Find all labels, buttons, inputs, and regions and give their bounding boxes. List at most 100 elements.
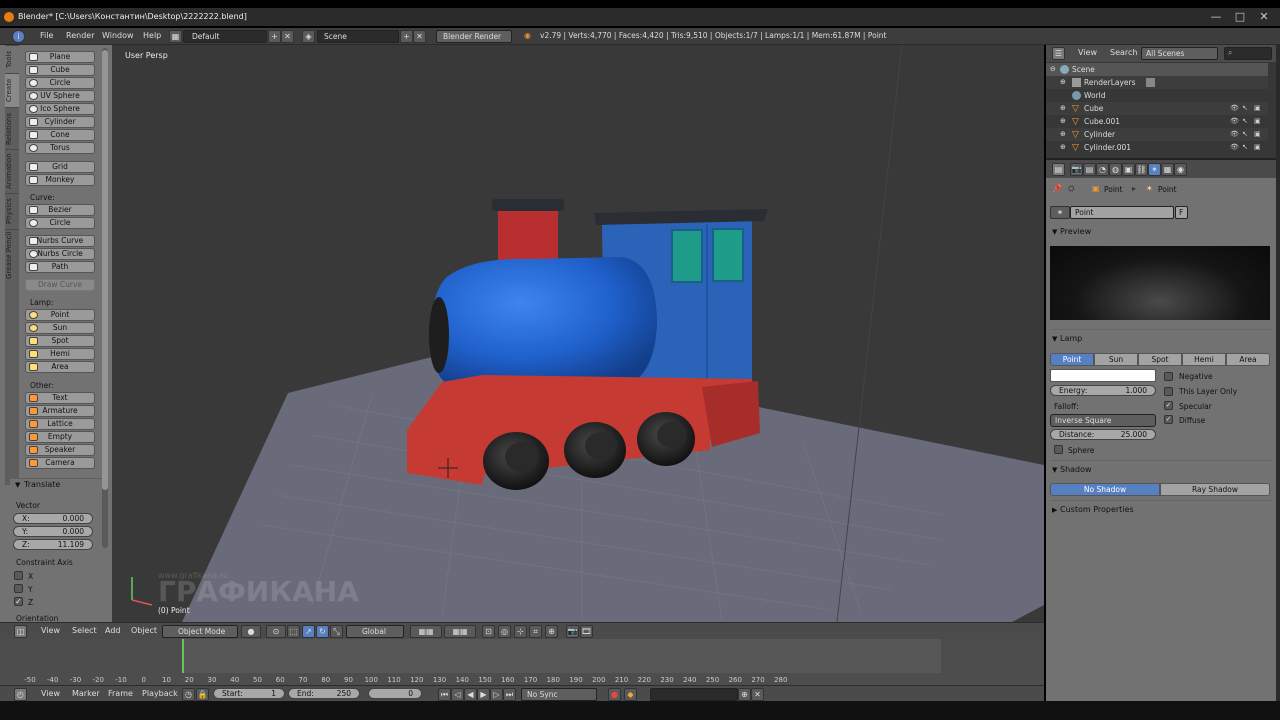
lamp-color-swatch[interactable] [1050, 369, 1156, 382]
transform-orientation-select[interactable]: Global [346, 625, 404, 638]
expand-icon[interactable]: ⊕ [1060, 104, 1069, 113]
negative-checkbox[interactable] [1164, 372, 1173, 381]
lamp-panel-title[interactable]: Lamp [1060, 334, 1082, 343]
jump-start-icon[interactable]: ⏮ [438, 688, 451, 701]
collapse-triangle-icon[interactable]: ▼ [15, 481, 20, 489]
lock-range-icon[interactable]: 🔒 [196, 688, 209, 701]
expand-icon[interactable]: ⊕ [1060, 130, 1069, 139]
constraint-z-checkbox[interactable]: ✓ [14, 597, 23, 606]
custom-properties-title[interactable]: Custom Properties [1060, 505, 1134, 514]
opengl-render-icon[interactable]: 📷 [566, 625, 579, 638]
3d-viewport[interactable]: User Persp ГРАФИКАНА www.grafikana.ru (0… [112, 45, 1044, 622]
world-tab-icon[interactable]: ◍ [1109, 163, 1122, 176]
select-arrow-icon[interactable]: ↖ [1242, 104, 1250, 112]
play-icon[interactable]: ▶ [477, 688, 490, 701]
expand-icon[interactable]: ⊕ [1060, 143, 1069, 152]
render-tab-icon[interactable]: 📷 [1070, 163, 1083, 176]
no-shadow-button[interactable]: No Shadow [1050, 483, 1160, 496]
ray-shadow-button[interactable]: Ray Shadow [1160, 483, 1270, 496]
add-torus-button[interactable]: Torus [25, 142, 95, 154]
lamp-data-tab-icon[interactable]: ✶ [1148, 163, 1161, 176]
current-frame-field[interactable]: 0 [368, 688, 422, 699]
constraint-x-checkbox[interactable] [14, 571, 23, 580]
add-spot-lamp-button[interactable]: Spot [25, 335, 95, 347]
pin-icon[interactable]: 📌 [1052, 184, 1062, 193]
sync-mode-select[interactable]: No Sync [521, 688, 597, 701]
scene-remove-icon[interactable]: ✕ [413, 30, 426, 43]
add-ico-sphere-button[interactable]: Ico Sphere [25, 103, 95, 115]
add-cube-button[interactable]: Cube [25, 64, 95, 76]
timeline-menu-frame[interactable]: Frame [108, 689, 133, 698]
tab-create[interactable]: Create [5, 73, 19, 107]
timeline-menu-playback[interactable]: Playback [142, 689, 178, 698]
add-bezier-circle-button[interactable]: Circle [25, 217, 95, 229]
add-text-button[interactable]: Text [25, 392, 95, 404]
add-point-lamp-button[interactable]: Point [25, 309, 95, 321]
snap-toggle-icon[interactable]: ⊹ [514, 625, 527, 638]
minimize-button[interactable]: — [1208, 10, 1224, 23]
add-uv-sphere-button[interactable]: UV Sphere [25, 90, 95, 102]
breadcrumb-object[interactable]: Point [1104, 185, 1123, 194]
tab-physics[interactable]: Physics [5, 193, 19, 229]
viewport-shading-icon[interactable]: ● [241, 625, 261, 638]
outliner-menu-search[interactable]: Search [1110, 48, 1137, 57]
scene-name-field[interactable]: Scene [317, 30, 399, 43]
maximize-button[interactable]: □ [1232, 10, 1248, 23]
insert-keyframe-icon[interactable]: ⊕ [738, 688, 751, 701]
expand-icon[interactable]: ⊕ [1060, 117, 1069, 126]
pivot-point-icon[interactable]: ⊙ [266, 625, 286, 638]
manipulator-translate-icon[interactable]: ↗ [302, 625, 315, 638]
visibility-eye-icon[interactable]: 👁 [1230, 104, 1239, 112]
tab-tools[interactable]: Tools [5, 45, 19, 73]
timeline-menu-marker[interactable]: Marker [72, 689, 100, 698]
lock-camera-icon[interactable]: ⊡ [482, 625, 495, 638]
lamp-browse-icon[interactable]: ✶ [1050, 206, 1070, 219]
add-bezier-button[interactable]: Bezier [25, 204, 95, 216]
texture-tab-icon[interactable]: ▦ [1161, 163, 1174, 176]
outliner-row-renderlayers[interactable]: ⊕ RenderLayers [1046, 76, 1268, 89]
jump-end-icon[interactable]: ⏭ [503, 688, 516, 701]
add-cone-button[interactable]: Cone [25, 129, 95, 141]
constraints-tab-icon[interactable]: ⛓ [1135, 163, 1148, 176]
scene-tab-icon[interactable]: ◔ [1096, 163, 1109, 176]
add-sun-lamp-button[interactable]: Sun [25, 322, 95, 334]
distance-field[interactable]: Distance: 25.000 [1050, 429, 1156, 440]
menu-object[interactable]: Object [131, 626, 157, 635]
menu-select[interactable]: Select [72, 626, 97, 635]
add-nurbs-curve-button[interactable]: Nurbs Curve [25, 235, 95, 247]
menu-window[interactable]: Window [102, 31, 134, 40]
end-frame-field[interactable]: End: 250 [288, 688, 360, 699]
menu-view[interactable]: View [41, 626, 60, 635]
opengl-anim-icon[interactable]: 🎞 [580, 625, 593, 638]
outliner-row-cylinder-001[interactable]: ⊕ ▽ Cylinder.001 👁 ↖ ▣ [1046, 141, 1268, 154]
scene-browse-icon[interactable]: ◈ [302, 30, 315, 43]
play-reverse-icon[interactable]: ◀ [464, 688, 477, 701]
visibility-eye-icon[interactable]: 👁 [1230, 117, 1239, 125]
outliner-display-select[interactable]: All Scenes [1141, 47, 1218, 60]
add-camera-button[interactable]: Camera [25, 457, 95, 469]
editor-type-timeline-icon[interactable]: ◴ [14, 688, 27, 701]
menu-render[interactable]: Render [66, 31, 94, 40]
proportional-edit-icon[interactable]: ◎ [498, 625, 511, 638]
menu-help[interactable]: Help [143, 31, 161, 40]
render-engine-select[interactable]: Blender Render [436, 30, 512, 43]
add-plane-button[interactable]: Plane [25, 51, 95, 63]
fake-user-button[interactable]: F [1175, 206, 1188, 219]
tab-relations[interactable]: Relations [5, 107, 19, 149]
render-camera-icon[interactable]: ▣ [1254, 104, 1262, 112]
add-path-button[interactable]: Path [25, 261, 95, 273]
mode-select[interactable]: Object Mode [162, 625, 238, 638]
jump-keyframe-back-icon[interactable]: ◁ [451, 688, 464, 701]
lamp-collapse-icon[interactable]: ▼ [1052, 335, 1057, 343]
add-hemi-lamp-button[interactable]: Hemi [25, 348, 95, 360]
editor-type-info-icon[interactable]: i [12, 30, 25, 43]
timeline-playhead[interactable] [182, 639, 184, 673]
physics-tab-icon[interactable]: ◉ [1174, 163, 1187, 176]
editor-type-properties-icon[interactable]: ▤ [1052, 163, 1065, 176]
custom-props-expand-icon[interactable]: ▶ [1052, 506, 1057, 514]
tab-grease-pencil[interactable]: Grease Pencil [5, 229, 19, 281]
snap-target-icon[interactable]: ⊕ [545, 625, 558, 638]
translate-z-field[interactable]: Z: 11.109 [13, 539, 93, 550]
keying-set-field[interactable] [650, 688, 738, 701]
object-tab-icon[interactable]: ▣ [1122, 163, 1135, 176]
